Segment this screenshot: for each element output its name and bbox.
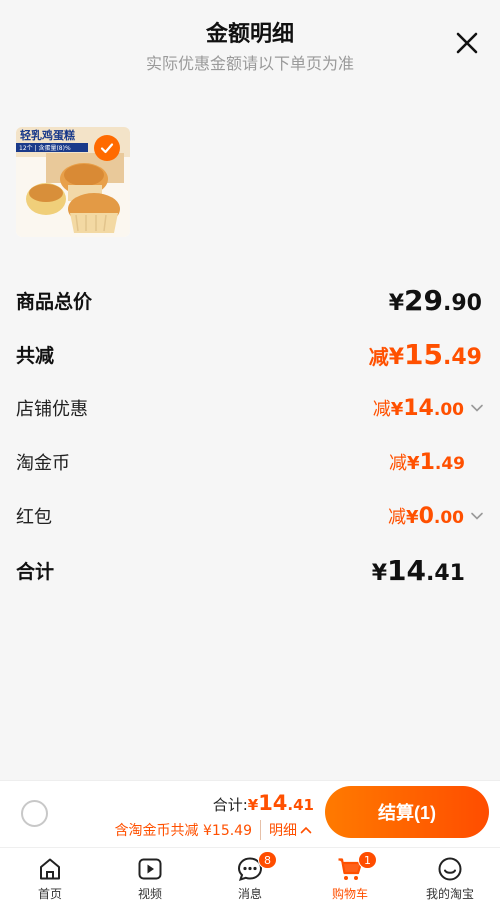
sum-amount: ¥ 14 .41 bbox=[372, 554, 465, 587]
row-shop-discount[interactable]: 店铺优惠 减 ¥ 14 .00 bbox=[16, 392, 484, 424]
chevron-up-icon bbox=[300, 826, 312, 834]
currency-symbol: ¥ bbox=[388, 344, 405, 370]
tab-video[interactable]: 视频 bbox=[100, 848, 200, 907]
tab-home[interactable]: 首页 bbox=[0, 848, 100, 907]
sum-label: 合计 bbox=[16, 560, 55, 583]
footer-discount-text: 含淘金币共减 ¥15.49 bbox=[114, 823, 252, 839]
taojinbi-amount: 减 ¥ 1 .49 bbox=[389, 449, 465, 475]
amount-integer: 0 bbox=[418, 504, 434, 529]
amount-integer: 14 bbox=[403, 396, 434, 421]
amount-integer: 1 bbox=[419, 450, 435, 475]
amount-decimal: .41 bbox=[426, 560, 465, 586]
product-thumbnail[interactable]: 轻乳鸡蛋糕 12个 | 含蛋量(8)% bbox=[16, 127, 130, 237]
message-count-badge: 8 bbox=[258, 851, 277, 869]
selected-check-badge[interactable] bbox=[94, 135, 120, 161]
total-reduce-amount: 减 ¥ 15 .49 bbox=[369, 338, 482, 371]
checkout-button[interactable]: 结算(1) bbox=[325, 786, 489, 838]
amount-decimal: .00 bbox=[433, 400, 464, 420]
row-total-reduce: 共减 减 ¥ 15 .49 bbox=[16, 336, 484, 372]
row-total-price: 商品总价 ¥ 29 .90 bbox=[16, 282, 484, 318]
chevron-down-icon[interactable] bbox=[470, 511, 484, 521]
detail-toggle[interactable]: 明细 bbox=[260, 820, 312, 840]
reduce-prefix: 减 bbox=[368, 344, 389, 369]
reduce-prefix: 减 bbox=[388, 507, 407, 528]
checkmark-icon bbox=[100, 143, 114, 154]
amount-decimal: .49 bbox=[434, 454, 465, 474]
amount-decimal: .90 bbox=[443, 290, 482, 316]
currency-symbol: ¥ bbox=[247, 796, 259, 814]
total-price-label: 商品总价 bbox=[16, 290, 93, 313]
total-reduce-label: 共减 bbox=[16, 344, 55, 367]
product-image-subcaption: 12个 | 含蛋量(8)% bbox=[19, 144, 71, 152]
total-price-amount: ¥ 29 .90 bbox=[389, 284, 482, 317]
row-sum: 合计 ¥ 14 .41 bbox=[16, 552, 484, 588]
currency-symbol: ¥ bbox=[407, 453, 420, 474]
amount-decimal: .00 bbox=[433, 508, 464, 528]
detail-toggle-label: 明细 bbox=[269, 823, 297, 839]
tab-label: 消息 bbox=[237, 887, 262, 901]
currency-symbol: ¥ bbox=[371, 560, 388, 586]
reduce-prefix: 减 bbox=[372, 399, 391, 420]
shop-discount-label: 店铺优惠 bbox=[16, 399, 88, 420]
sheet-subtitle: 实际优惠金额请以下单页为准 bbox=[145, 54, 354, 73]
close-icon bbox=[456, 32, 478, 54]
footer-sum: 合计: ¥ 14 .41 bbox=[213, 791, 314, 815]
currency-symbol: ¥ bbox=[388, 290, 405, 316]
product-image-caption: 轻乳鸡蛋糕 bbox=[20, 128, 75, 142]
reduce-prefix: 减 bbox=[389, 453, 408, 474]
tab-cart[interactable]: 1 购物车 bbox=[300, 848, 400, 907]
taojinbi-label: 淘金币 bbox=[16, 453, 70, 474]
tab-messages[interactable]: 8 消息 bbox=[200, 848, 300, 907]
amount-integer: 29 bbox=[404, 283, 444, 317]
footer-discount: 含淘金币共减 ¥15.49 明细 bbox=[115, 820, 312, 840]
red-packet-label: 红包 bbox=[16, 507, 52, 528]
cart-count-badge: 1 bbox=[358, 851, 377, 869]
profile-icon bbox=[438, 857, 462, 881]
row-red-packet[interactable]: 红包 减 ¥ 0 .00 bbox=[16, 500, 484, 532]
tab-label: 首页 bbox=[37, 887, 62, 901]
bottom-tab-bar: 首页 视频 8 消息 1 购物车 我的淘宝 bbox=[0, 847, 500, 907]
amount-decimal: .41 bbox=[287, 796, 314, 814]
tab-label: 我的淘宝 bbox=[425, 887, 474, 901]
checkout-bar: 合计: ¥ 14 .41 含淘金币共减 ¥15.49 明细 结算(1) bbox=[0, 780, 500, 847]
shop-discount-amount: 减 ¥ 14 .00 bbox=[373, 395, 484, 421]
footer-sum-amount: ¥ 14 .41 bbox=[248, 791, 314, 815]
home-icon bbox=[40, 858, 60, 880]
red-packet-amount: 减 ¥ 0 .00 bbox=[388, 503, 484, 529]
close-button[interactable] bbox=[454, 30, 480, 56]
chevron-down-icon[interactable] bbox=[470, 403, 484, 413]
amount-detail-sheet: 金额明细 实际优惠金额请以下单页为准 轻乳鸡蛋糕 12个 | 含蛋量(8)% 商… bbox=[0, 0, 500, 780]
currency-symbol: ¥ bbox=[390, 399, 404, 420]
amount-decimal: .49 bbox=[443, 344, 482, 370]
row-taojinbi: 淘金币 减 ¥ 1 .49 bbox=[16, 446, 484, 478]
video-icon bbox=[138, 858, 162, 880]
amount-integer: 14 bbox=[387, 553, 427, 587]
sheet-title: 金额明细 bbox=[205, 22, 294, 47]
footer-sum-label: 合计: bbox=[212, 796, 248, 814]
tab-my-taobao[interactable]: 我的淘宝 bbox=[400, 848, 500, 907]
amount-integer: 14 bbox=[258, 791, 288, 815]
amount-integer: 15 bbox=[404, 337, 444, 371]
tab-label: 视频 bbox=[137, 887, 162, 901]
currency-symbol: ¥ bbox=[406, 507, 419, 528]
select-all-radio[interactable] bbox=[21, 800, 48, 827]
tab-label: 购物车 bbox=[331, 887, 368, 901]
